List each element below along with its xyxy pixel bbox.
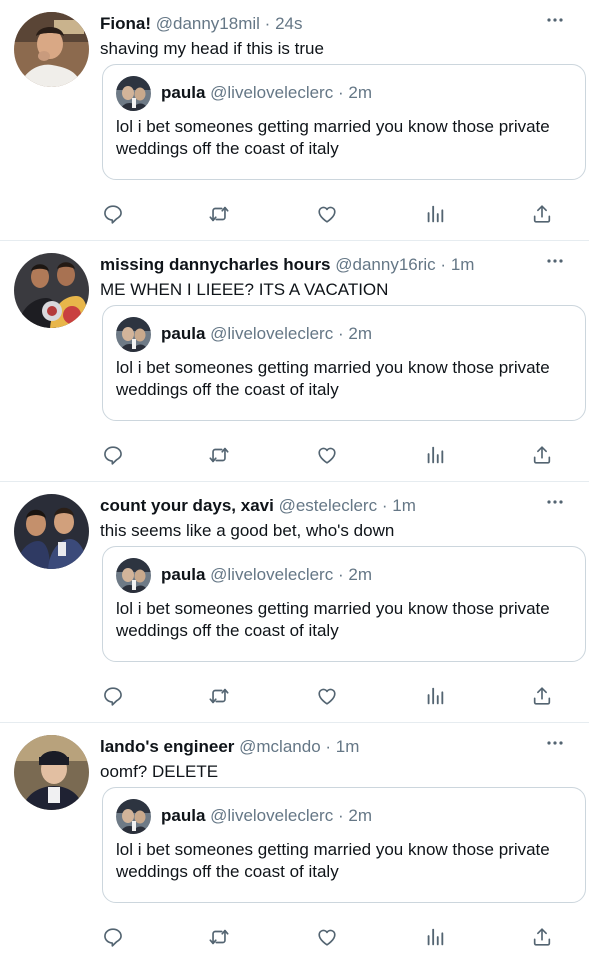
reply-icon[interactable] [93,917,133,957]
author-handle[interactable]: @mclando [239,737,321,756]
avatar[interactable] [14,494,89,569]
avatar[interactable] [14,253,89,328]
retweet-icon[interactable] [199,435,239,475]
tweet-text: ME WHEN I LIEEE? ITS A VACATION [100,280,389,299]
retweet-icon[interactable] [199,676,239,716]
timestamp: 2m [348,806,372,825]
reply-icon[interactable] [93,435,133,475]
timeline-feed: Fiona! @danny18mil · 24s shaving my head… [0,0,589,960]
tweet-header: Fiona! @danny18mil · 24s [100,13,529,35]
quoted-tweet-text: lol i bet someones getting married you k… [116,840,550,881]
share-icon[interactable] [522,194,562,234]
more-icon[interactable] [543,8,567,32]
author-handle: @liveloveleclerc [210,324,334,343]
like-icon[interactable] [307,917,347,957]
tweet[interactable]: missing dannycharles hours @danny16ric ·… [0,241,589,482]
retweet-icon[interactable] [199,194,239,234]
tweet-text: this seems like a good bet, who's down [100,521,395,540]
author-name[interactable]: missing dannycharles hours [100,255,331,274]
separator-dot: · [337,806,344,825]
tweet-text: oomf? DELETE [100,762,219,781]
tweet[interactable]: lando's engineer @mclando · 1m oomf? DEL… [0,723,589,960]
tweet-header: missing dannycharles hours @danny16ric ·… [100,254,529,276]
quoted-tweet[interactable]: paula @liveloveleclerc · 2m lol i bet so… [102,546,586,662]
author-handle: @liveloveleclerc [210,83,334,102]
avatar [116,317,151,352]
avatar [116,76,151,111]
author-name: paula [161,324,206,343]
tweet-actions [0,435,589,475]
avatar[interactable] [14,735,89,810]
like-icon[interactable] [307,676,347,716]
author-handle: @liveloveleclerc [210,565,334,584]
quoted-tweet[interactable]: paula @liveloveleclerc · 2m lol i bet so… [102,305,586,421]
like-icon[interactable] [307,435,347,475]
reply-icon[interactable] [93,676,133,716]
quoted-tweet-text: lol i bet someones getting married you k… [116,117,550,158]
timestamp[interactable]: 1m [392,496,416,515]
analytics-icon[interactable] [415,194,455,234]
timestamp: 2m [348,83,372,102]
separator-dot: · [325,737,332,756]
author-handle[interactable]: @danny18mil [156,14,260,33]
quoted-tweet[interactable]: paula @liveloveleclerc · 2m lol i bet so… [102,787,586,903]
share-icon[interactable] [522,917,562,957]
separator-dot: · [337,83,344,102]
separator-dot: · [264,14,271,33]
quoted-tweet-header: paula @liveloveleclerc · 2m [161,323,372,345]
timestamp[interactable]: 24s [275,14,302,33]
tweet[interactable]: count your days, xavi @esteleclerc · 1m … [0,482,589,723]
analytics-icon[interactable] [415,676,455,716]
avatar[interactable] [14,12,89,87]
separator-dot: · [337,565,344,584]
tweet[interactable]: Fiona! @danny18mil · 24s shaving my head… [0,0,589,241]
more-icon[interactable] [543,490,567,514]
separator-dot: · [440,255,447,274]
tweet-text: shaving my head if this is true [100,39,324,58]
timestamp[interactable]: 1m [336,737,360,756]
tweet-header: count your days, xavi @esteleclerc · 1m [100,495,529,517]
more-icon[interactable] [543,731,567,755]
share-icon[interactable] [522,676,562,716]
author-name: paula [161,83,206,102]
quoted-tweet-header: paula @liveloveleclerc · 2m [161,82,372,104]
more-icon[interactable] [543,249,567,273]
like-icon[interactable] [307,194,347,234]
author-handle: @liveloveleclerc [210,806,334,825]
quoted-tweet-header: paula @liveloveleclerc · 2m [161,564,372,586]
author-name: paula [161,565,206,584]
analytics-icon[interactable] [415,917,455,957]
avatar [116,558,151,593]
tweet-actions [0,194,589,234]
timestamp[interactable]: 1m [451,255,475,274]
quoted-tweet-text: lol i bet someones getting married you k… [116,358,550,399]
author-name[interactable]: lando's engineer [100,737,234,756]
analytics-icon[interactable] [415,435,455,475]
quoted-tweet-text: lol i bet someones getting married you k… [116,599,550,640]
timestamp: 2m [348,565,372,584]
tweet-header: lando's engineer @mclando · 1m [100,736,529,758]
author-name: paula [161,806,206,825]
author-handle[interactable]: @danny16ric [335,255,435,274]
reply-icon[interactable] [93,194,133,234]
author-name[interactable]: Fiona! [100,14,151,33]
tweet-actions [0,917,589,957]
timestamp: 2m [348,324,372,343]
separator-dot: · [381,496,388,515]
tweet-actions [0,676,589,716]
quoted-tweet-header: paula @liveloveleclerc · 2m [161,805,372,827]
author-name[interactable]: count your days, xavi [100,496,274,515]
share-icon[interactable] [522,435,562,475]
author-handle[interactable]: @esteleclerc [279,496,378,515]
retweet-icon[interactable] [199,917,239,957]
avatar [116,799,151,834]
separator-dot: · [337,324,344,343]
quoted-tweet[interactable]: paula @liveloveleclerc · 2m lol i bet so… [102,64,586,180]
